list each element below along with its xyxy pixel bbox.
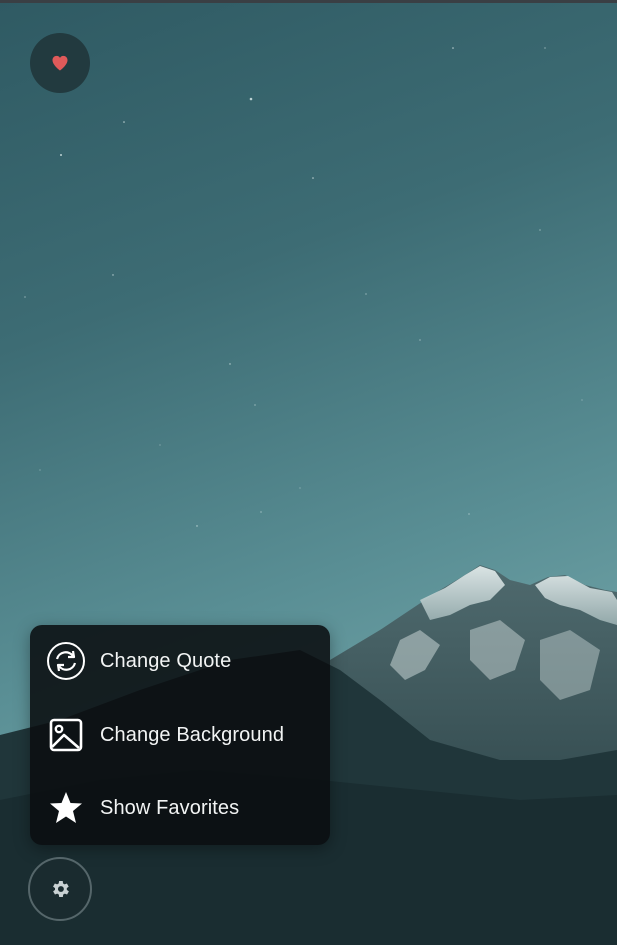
image-icon bbox=[46, 715, 86, 755]
show-favorites-item[interactable]: Show Favorites bbox=[30, 778, 330, 838]
change-quote-item[interactable]: Change Quote bbox=[30, 631, 330, 691]
change-background-label: Change Background bbox=[100, 723, 285, 746]
show-favorites-label: Show Favorites bbox=[100, 796, 240, 819]
refresh-circle-icon bbox=[46, 641, 86, 681]
heart-icon bbox=[52, 55, 68, 71]
favorite-button[interactable] bbox=[30, 33, 90, 93]
change-quote-label: Change Quote bbox=[100, 649, 232, 672]
settings-menu: Change Quote Change Background Show Favo… bbox=[30, 625, 330, 845]
star-icon bbox=[46, 788, 86, 828]
gear-icon bbox=[53, 881, 69, 897]
change-background-item[interactable]: Change Background bbox=[30, 705, 330, 765]
background-scene: Change Quote Change Background Show Favo… bbox=[0, 0, 617, 945]
settings-button[interactable] bbox=[28, 857, 92, 921]
